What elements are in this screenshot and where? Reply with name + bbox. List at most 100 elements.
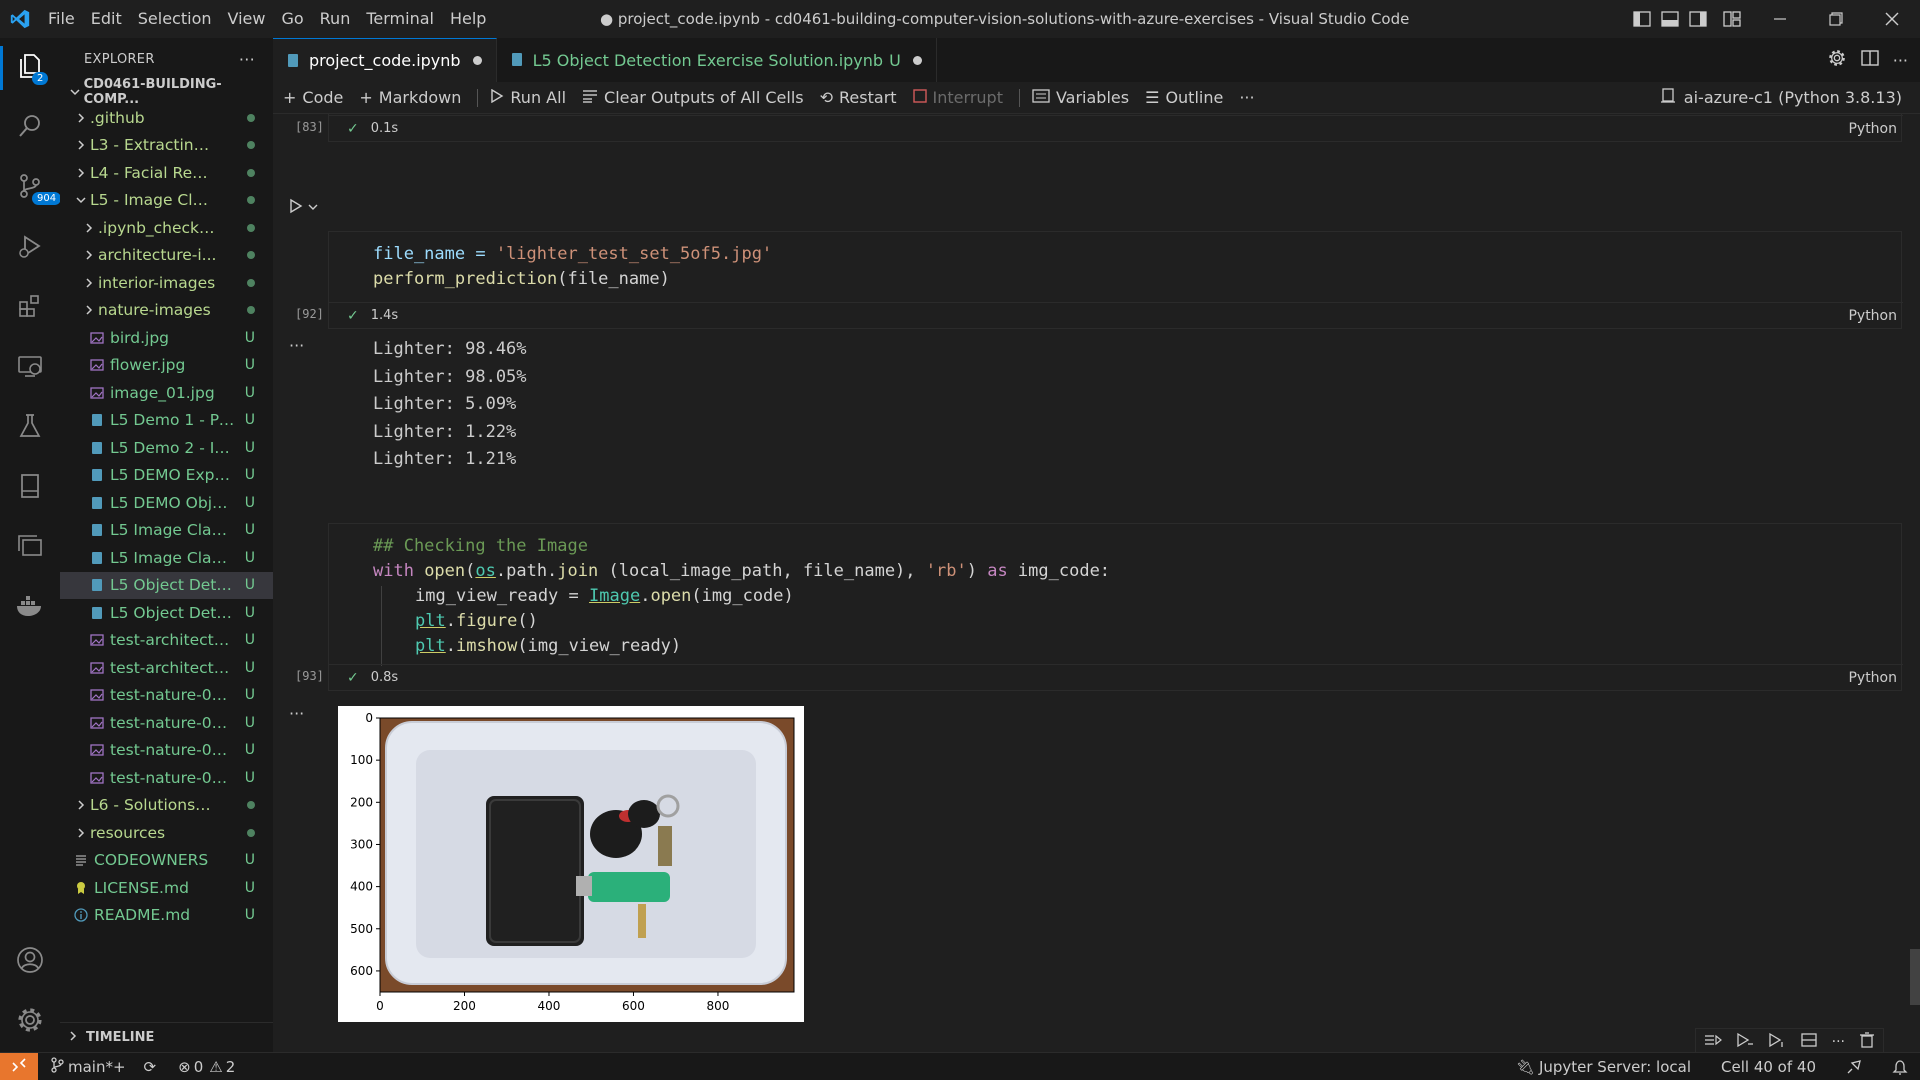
add-markdown-cell-button[interactable]: + Markdown: [359, 88, 461, 107]
tree-item[interactable]: L5 Image Classi... U: [60, 544, 273, 572]
tree-item[interactable]: CODEOWNERS U: [60, 847, 273, 875]
trash-icon[interactable]: [1859, 1032, 1875, 1052]
jupyter-server-indicator[interactable]: 🔌︎ Jupyter Server: local: [1516, 1058, 1691, 1076]
restart-button[interactable]: ⟲ Restart: [820, 88, 897, 107]
bell-icon[interactable]: [1892, 1059, 1908, 1075]
more-actions-icon[interactable]: ···: [1893, 51, 1908, 70]
menu-edit[interactable]: Edit: [83, 0, 130, 38]
gear-icon[interactable]: [1827, 48, 1847, 72]
tree-item[interactable]: test-nature-02.j... U: [60, 764, 273, 792]
toggle-panel-icon[interactable]: [1656, 0, 1684, 38]
toggle-secondary-sidebar-icon[interactable]: [1684, 0, 1712, 38]
cell-92-language[interactable]: Python: [1848, 308, 1897, 324]
sync-icon[interactable]: ⟳: [144, 1058, 157, 1076]
code-cell-93[interactable]: ## Checking the Image with open(os.path.…: [328, 523, 1903, 691]
tree-item[interactable]: README.md U: [60, 902, 273, 930]
unsaved-dot-icon[interactable]: [912, 55, 922, 65]
add-code-cell-button[interactable]: + Code: [283, 88, 343, 107]
cell-93-language[interactable]: Python: [1848, 670, 1897, 686]
customize-layout-icon[interactable]: [1712, 0, 1752, 38]
tree-item[interactable]: L5 Demo 1 - Pr... U: [60, 407, 273, 435]
kernel-picker[interactable]: ai-azure-c1 (Python 3.8.13): [1660, 87, 1902, 108]
scrollbar-thumb[interactable]: [1910, 949, 1920, 1005]
tree-item[interactable]: architecture-i...: [60, 242, 273, 270]
interrupt-button[interactable]: Interrupt: [912, 88, 1003, 107]
tab-project-code[interactable]: project_code.ipynb: [273, 38, 497, 82]
remote-indicator[interactable]: [0, 1052, 38, 1080]
run-cell-below-icon[interactable]: [1736, 1032, 1754, 1052]
execute-below-icon[interactable]: [1768, 1032, 1786, 1052]
tree-item[interactable]: test-nature-02.j... U: [60, 737, 273, 765]
tree-item[interactable]: L3 - Extracting T...: [60, 132, 273, 160]
toolbar-more-button[interactable]: ···: [1239, 88, 1254, 107]
feedback-icon[interactable]: [1846, 1059, 1862, 1075]
output-more-icon[interactable]: ···: [289, 336, 304, 355]
workspace-root[interactable]: CD0461-BUILDING-COMP...: [60, 77, 273, 107]
cell-83-language[interactable]: Python: [1848, 121, 1897, 137]
run-cell-icon[interactable]: [289, 198, 303, 218]
close-window-icon[interactable]: [1864, 0, 1920, 38]
tree-item[interactable]: L5 Object Dete... U: [60, 571, 273, 599]
tree-item[interactable]: test-architectur... U: [60, 654, 273, 682]
menu-go[interactable]: Go: [273, 0, 311, 38]
remote-explorer-activity[interactable]: [0, 338, 60, 398]
problems-indicator[interactable]: ⊗ 0 ⚠ 2: [178, 1058, 235, 1076]
tree-item[interactable]: flower.jpg U: [60, 352, 273, 380]
docker-activity[interactable]: [0, 578, 60, 638]
tree-item[interactable]: test-nature-01.j... U: [60, 709, 273, 737]
variables-button[interactable]: Variables: [1032, 88, 1129, 107]
run-above-icon[interactable]: [1704, 1032, 1722, 1052]
branch-indicator[interactable]: main*+: [50, 1056, 126, 1077]
tree-item[interactable]: LICENSE.md U: [60, 874, 273, 902]
outline-button[interactable]: ☰ Outline: [1145, 88, 1223, 107]
tree-item[interactable]: interior-images: [60, 269, 273, 297]
tree-item[interactable]: image_01.jpg U: [60, 379, 273, 407]
explorer-activity[interactable]: 2: [0, 38, 60, 98]
tree-item[interactable]: .github: [60, 104, 273, 132]
output-more-icon[interactable]: ···: [289, 704, 304, 723]
search-activity[interactable]: [0, 98, 60, 158]
manage-activity[interactable]: [0, 992, 60, 1052]
tree-item[interactable]: L5 Demo 2 - Im... U: [60, 434, 273, 462]
tree-item[interactable]: L6 - Solutions D...: [60, 792, 273, 820]
notebook-activity[interactable]: [0, 458, 60, 518]
restore-icon[interactable]: [1808, 0, 1864, 38]
jupyter-activity[interactable]: [0, 518, 60, 578]
tree-item[interactable]: L5 - Image Clas...: [60, 187, 273, 215]
tree-item[interactable]: L5 Object Dete... U: [60, 599, 273, 627]
code-cell-83[interactable]: ⋯ ✓ 0.1s Python: [328, 114, 1903, 142]
menu-selection[interactable]: Selection: [130, 0, 220, 38]
menu-terminal[interactable]: Terminal: [358, 0, 442, 38]
explorer-more-icon[interactable]: ···: [239, 50, 255, 69]
timeline-section[interactable]: TIMELINE: [60, 1022, 273, 1052]
tree-item[interactable]: bird.jpg U: [60, 324, 273, 352]
source-control-activity[interactable]: 904: [0, 158, 62, 218]
extensions-activity[interactable]: [0, 278, 60, 338]
tab-l5-object-detection[interactable]: L5 Object Detection Exercise Solution.ip…: [497, 38, 937, 82]
minimize-icon[interactable]: [1752, 0, 1808, 38]
chevron-down-icon[interactable]: [308, 200, 318, 216]
accounts-activity[interactable]: [0, 932, 60, 992]
cell-position[interactable]: Cell 40 of 40: [1721, 1058, 1816, 1076]
run-all-button[interactable]: Run All: [490, 88, 566, 107]
tree-item[interactable]: .ipynb_checkp...: [60, 214, 273, 242]
tree-item[interactable]: L5 DEMO Expo... U: [60, 462, 273, 490]
run-debug-activity[interactable]: [0, 218, 60, 278]
tree-item[interactable]: test-architectur... U: [60, 627, 273, 655]
tree-item[interactable]: L4 - Facial Reco...: [60, 159, 273, 187]
tree-item[interactable]: L5 Image Classi... U: [60, 517, 273, 545]
menu-file[interactable]: File: [40, 0, 83, 38]
cell-more-icon[interactable]: ···: [1832, 1034, 1845, 1050]
menu-help[interactable]: Help: [442, 0, 494, 38]
clear-outputs-button[interactable]: Clear Outputs of All Cells: [582, 88, 804, 107]
tree-item[interactable]: test-nature-01.j... U: [60, 682, 273, 710]
tree-item[interactable]: resources: [60, 819, 273, 847]
tree-item[interactable]: nature-images: [60, 297, 273, 325]
menu-view[interactable]: View: [220, 0, 274, 38]
split-cell-icon[interactable]: [1800, 1032, 1818, 1052]
testing-activity[interactable]: [0, 398, 60, 458]
menu-run[interactable]: Run: [312, 0, 359, 38]
split-editor-icon[interactable]: [1861, 50, 1879, 70]
tree-item[interactable]: L5 DEMO Obje... U: [60, 489, 273, 517]
code-cell-92[interactable]: file_name = 'lighter_test_set_5of5.jpg' …: [328, 231, 1903, 329]
